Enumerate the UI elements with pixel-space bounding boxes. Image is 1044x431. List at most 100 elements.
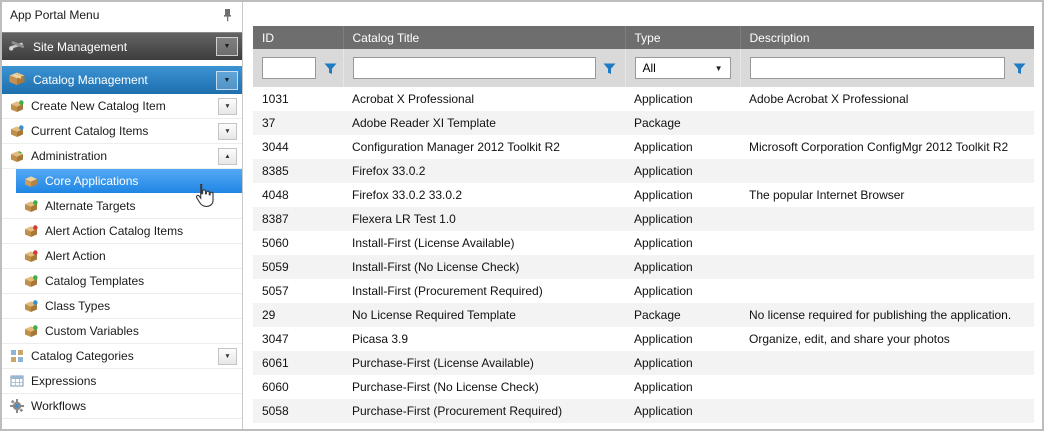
package-icon xyxy=(9,125,25,138)
filter-funnel-icon[interactable] xyxy=(1010,59,1028,77)
cell-id: 6061 xyxy=(253,351,343,375)
table-row[interactable]: 6060Purchase-First (No License Check)App… xyxy=(253,375,1034,399)
catalog-title-filter-input[interactable] xyxy=(353,57,596,79)
sidebar-item-core-applications[interactable]: Core Applications xyxy=(16,169,242,194)
package-icon xyxy=(23,325,39,338)
table-row[interactable]: 3047Picasa 3.9ApplicationOrganize, edit,… xyxy=(253,327,1034,351)
cell-description: Adobe Acrobat X Professional xyxy=(740,87,1034,111)
table-row[interactable]: 5059Install-First (No License Check)Appl… xyxy=(253,255,1034,279)
table-row[interactable]: 8387Flexera LR Test 1.0Application xyxy=(253,207,1034,231)
cell-id: 4048 xyxy=(253,183,343,207)
sidebar-title: App Portal Menu xyxy=(10,8,99,22)
sidebar-group-site-management[interactable]: Site Management ▼ xyxy=(2,32,242,60)
package-icon xyxy=(9,150,25,163)
sidebar-group-catalog-management[interactable]: Catalog Management ▼ xyxy=(2,66,242,94)
package-alert-icon xyxy=(23,250,39,263)
table-row[interactable]: 6061Purchase-First (License Available)Ap… xyxy=(253,351,1034,375)
table-row[interactable]: 1031Acrobat X ProfessionalApplicationAdo… xyxy=(253,87,1034,111)
column-header-description[interactable]: Description xyxy=(740,26,1034,49)
cell-title: Install-First (Procurement Required) xyxy=(343,279,625,303)
table-row[interactable]: 5058Purchase-First (Procurement Required… xyxy=(253,399,1034,423)
chevron-down-icon[interactable]: ▼ xyxy=(216,37,238,56)
table-row[interactable]: 3044Configuration Manager 2012 Toolkit R… xyxy=(253,135,1034,159)
table-row[interactable]: 37Adobe Reader XI TemplatePackage xyxy=(253,111,1034,135)
sidebar-item-workflows[interactable]: Workflows xyxy=(2,394,242,419)
sidebar-item-alternate-targets[interactable]: Alternate Targets xyxy=(2,194,242,219)
table-row[interactable]: 5060Install-First (License Available)App… xyxy=(253,231,1034,255)
cell-title: Acrobat X Professional xyxy=(343,87,625,111)
cell-type: Application xyxy=(625,87,740,111)
chevron-down-icon: ▼ xyxy=(715,64,723,73)
table-row[interactable]: 8385Firefox 33.0.2Application xyxy=(253,159,1034,183)
cell-title: Install-First (No License Check) xyxy=(343,255,625,279)
type-filter-dropdown[interactable]: All ▼ xyxy=(635,57,731,79)
sidebar-item-label: Core Applications xyxy=(45,174,138,188)
site-management-tools-icon xyxy=(8,38,26,56)
cell-id: 5058 xyxy=(253,399,343,423)
sidebar-item-label: Alert Action xyxy=(45,249,106,263)
cell-title: Firefox 33.0.2 33.0.2 xyxy=(343,183,625,207)
cell-description xyxy=(740,399,1034,423)
sidebar-item-alert-action-catalog-items[interactable]: Alert Action Catalog Items xyxy=(2,219,242,244)
column-header-id[interactable]: ID xyxy=(253,26,343,49)
package-icon xyxy=(23,175,39,188)
cell-title: Install-First (License Available) xyxy=(343,231,625,255)
cell-type: Application xyxy=(625,279,740,303)
sidebar-item-label: Administration xyxy=(31,149,107,163)
table-row[interactable]: 29No License Required TemplatePackageNo … xyxy=(253,303,1034,327)
description-filter-input[interactable] xyxy=(750,57,1006,79)
sidebar-item-label: Custom Variables xyxy=(45,324,139,338)
filter-funnel-icon[interactable] xyxy=(321,59,339,77)
pin-icon[interactable] xyxy=(218,6,236,24)
cell-title: Flexera LR Test 1.0 xyxy=(343,207,625,231)
cell-id: 1031 xyxy=(253,87,343,111)
filter-funnel-icon[interactable] xyxy=(601,59,619,77)
cell-title: Purchase-First (Procurement Required) xyxy=(343,399,625,423)
cell-title: Picasa 3.9 xyxy=(343,327,625,351)
sidebar-item-label: Workflows xyxy=(31,399,86,413)
cell-id: 6060 xyxy=(253,375,343,399)
sidebar-item-create-new-catalog-item[interactable]: Create New Catalog Item ▼ xyxy=(2,94,242,119)
cell-title: No License Required Template xyxy=(343,303,625,327)
catalog-management-box-icon xyxy=(8,71,26,89)
type-filter-selected-value: All xyxy=(643,61,656,75)
sidebar-item-class-types[interactable]: Class Types xyxy=(2,294,242,319)
sidebar-item-current-catalog-items[interactable]: Current Catalog Items ▼ xyxy=(2,119,242,144)
cell-type: Application xyxy=(625,399,740,423)
sidebar-item-catalog-templates[interactable]: Catalog Templates xyxy=(2,269,242,294)
catalog-items-table: ID Catalog Title Type Description xyxy=(253,26,1034,423)
sidebar-menu: Create New Catalog Item ▼ Current Catalo… xyxy=(2,94,242,419)
chevron-down-icon[interactable]: ▼ xyxy=(218,123,237,140)
categories-grid-icon xyxy=(9,349,25,363)
sidebar-item-catalog-categories[interactable]: Catalog Categories ▼ xyxy=(2,344,242,369)
sidebar-item-label: Alert Action Catalog Items xyxy=(45,224,183,238)
cell-id: 5059 xyxy=(253,255,343,279)
sidebar-item-label: Catalog Templates xyxy=(45,274,144,288)
column-header-type[interactable]: Type xyxy=(625,26,740,49)
cell-description xyxy=(740,255,1034,279)
sidebar-item-alert-action[interactable]: Alert Action xyxy=(2,244,242,269)
cell-description xyxy=(740,159,1034,183)
cell-type: Application xyxy=(625,183,740,207)
chevron-down-icon[interactable]: ▼ xyxy=(218,98,237,115)
sidebar: App Portal Menu Site Management ▼ Catalo… xyxy=(2,2,243,429)
group-label: Site Management xyxy=(33,40,127,54)
cell-type: Application xyxy=(625,375,740,399)
column-header-catalog-title[interactable]: Catalog Title xyxy=(343,26,625,49)
cell-description: No license required for publishing the a… xyxy=(740,303,1034,327)
cell-title: Purchase-First (No License Check) xyxy=(343,375,625,399)
sidebar-item-expressions[interactable]: Expressions xyxy=(2,369,242,394)
sidebar-item-administration[interactable]: Administration ▲ xyxy=(2,144,242,169)
cell-title: Configuration Manager 2012 Toolkit R2 xyxy=(343,135,625,159)
sidebar-item-custom-variables[interactable]: Custom Variables xyxy=(2,319,242,344)
chevron-down-icon[interactable]: ▼ xyxy=(218,348,237,365)
cell-id: 3044 xyxy=(253,135,343,159)
chevron-down-icon[interactable]: ▼ xyxy=(216,71,238,90)
cell-type: Application xyxy=(625,255,740,279)
package-icon xyxy=(23,300,39,313)
cell-type: Application xyxy=(625,207,740,231)
table-row[interactable]: 5057Install-First (Procurement Required)… xyxy=(253,279,1034,303)
id-filter-input[interactable] xyxy=(262,57,316,79)
table-row[interactable]: 4048Firefox 33.0.2 33.0.2ApplicationThe … xyxy=(253,183,1034,207)
chevron-up-icon[interactable]: ▲ xyxy=(218,148,237,165)
